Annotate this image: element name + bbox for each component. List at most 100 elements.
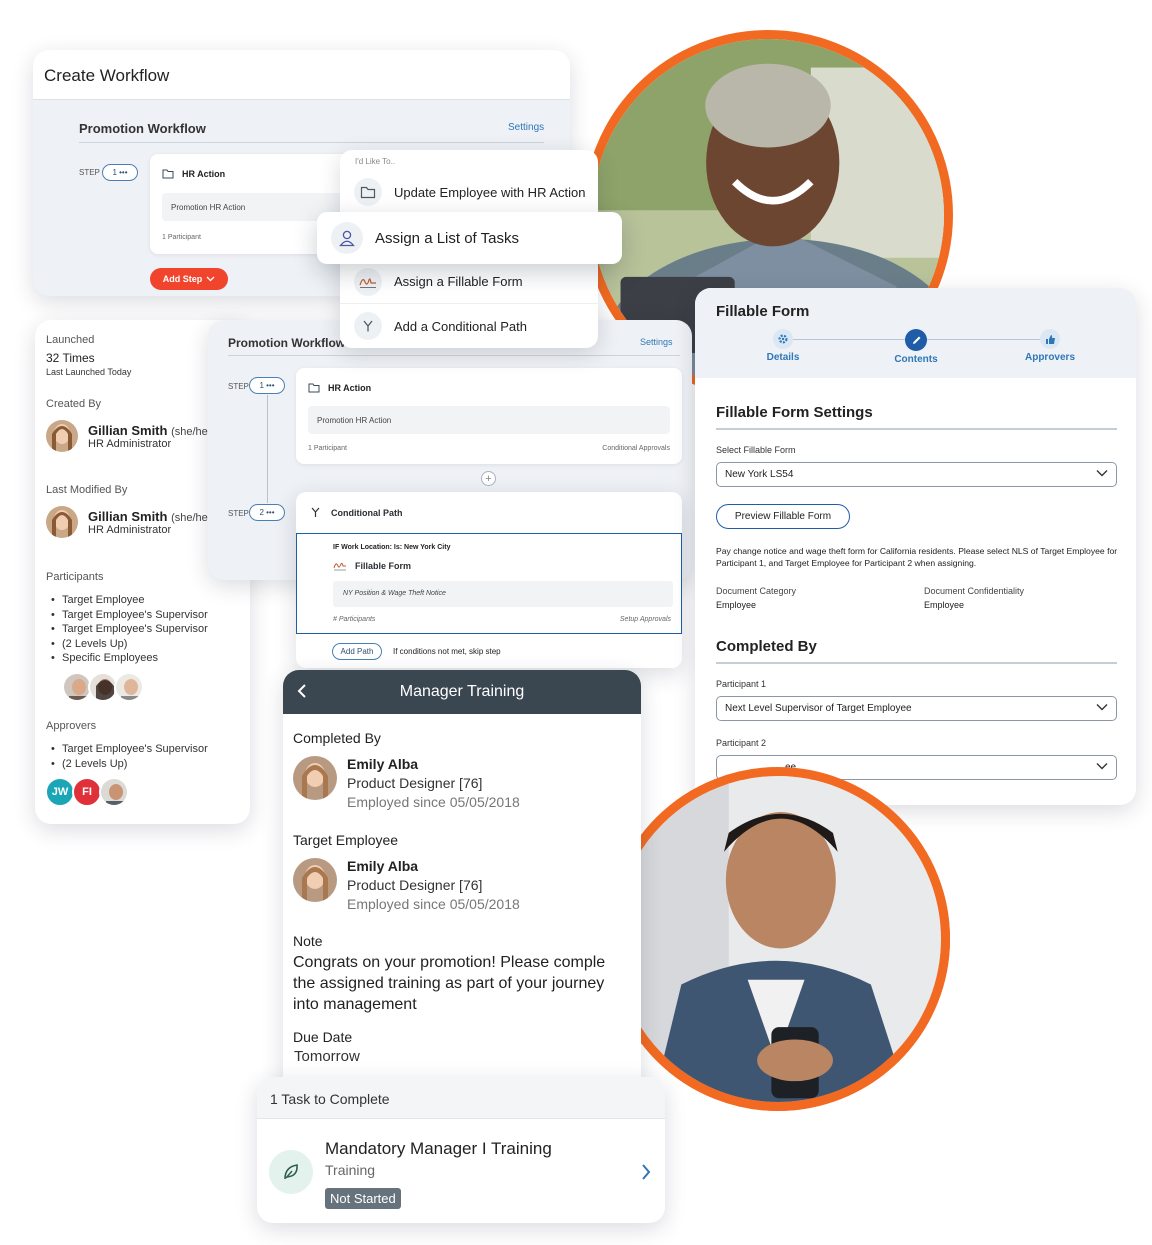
doc-category-label: Document Category <box>716 586 797 596</box>
participants-count: 1 Participant <box>162 234 201 241</box>
select-value: Next Level Supervisor of Target Employee <box>725 703 912 714</box>
settings-link[interactable]: Settings <box>640 337 673 347</box>
pencil-icon <box>905 329 927 351</box>
fillable-form-title: Fillable Form <box>716 303 810 320</box>
preview-fillable-form-button[interactable]: Preview Fillable Form <box>716 504 850 529</box>
select-form-label: Select Fillable Form <box>716 445 796 455</box>
divider <box>716 662 1117 664</box>
document-category: Document Category Employee <box>716 586 796 610</box>
person-title: Product Designer [76] <box>347 877 483 893</box>
settings-link[interactable]: Settings <box>508 122 544 133</box>
participants-count: # Participants <box>333 616 376 623</box>
step-pill[interactable]: 1 ••• <box>249 377 285 394</box>
list-item: Target Employee's Supervisor <box>46 742 208 757</box>
hr-action-card[interactable]: HR Action Promotion HR Action 1 Particip… <box>296 368 682 464</box>
create-workflow-title: Create Workflow <box>33 50 570 100</box>
menu-item-update-employee[interactable]: Update Employee with HR Action <box>340 170 598 214</box>
signature-icon <box>354 267 382 296</box>
step-connector <box>267 395 268 503</box>
modified-role: HR Administrator <box>88 523 172 536</box>
list-item: Target Employee's Supervisor <box>46 608 208 623</box>
avatar <box>46 420 78 452</box>
participant-1-label: Participant 1 <box>716 679 767 689</box>
chevron-down-icon <box>1096 469 1108 480</box>
completed-by-label: Completed By <box>293 730 381 746</box>
stepper-approvers[interactable]: Approvers <box>1010 329 1090 363</box>
list-item-continuation: (2 Levels Up) <box>62 637 128 650</box>
hr-action-box: Promotion HR Action <box>308 406 670 434</box>
conditional-path-title: Conditional Path <box>331 507 403 518</box>
participant-1-dropdown[interactable]: Next Level Supervisor of Target Employee <box>716 696 1117 721</box>
setup-approvals-link[interactable]: Setup Approvals <box>620 616 671 623</box>
gear-icon <box>773 329 793 349</box>
launched-times: 32 Times <box>46 351 95 365</box>
menu-item-conditional-path[interactable]: Add a Conditional Path <box>340 304 598 348</box>
menu-item-fillable-form[interactable]: Assign a Fillable Form <box>340 260 598 304</box>
step-label: Details <box>766 352 800 363</box>
fillable-form-card: Fillable Form Details Contents Approvers… <box>695 288 1136 805</box>
conditional-frame[interactable]: IF Work Location: Is: New York City Fill… <box>296 533 682 634</box>
approvers-list: Target Employee's Supervisor (2 Levels U… <box>46 742 208 771</box>
created-name: Gillian Smith <box>88 422 168 438</box>
step-label: STEP <box>228 509 249 518</box>
menu-item-label: Assign a Fillable Form <box>394 274 523 289</box>
avatar <box>99 777 129 807</box>
form-name-box: NY Position & Wage Theft Notice <box>333 581 673 607</box>
due-date-label: Due Date <box>293 1029 353 1045</box>
menu-item-label: Assign a List of Tasks <box>375 229 519 247</box>
workflow-title: Promotion Workflow <box>228 336 346 350</box>
add-step-label: Add Step <box>162 274 203 284</box>
modified-by-person: Gillian Smith (she/her) HR Administrator <box>46 506 215 538</box>
branch-icon <box>310 507 321 518</box>
step-pill[interactable]: 1 ••• <box>102 164 138 181</box>
person-name: Emily Alba <box>347 858 419 874</box>
skip-step-text: If conditions not met, skip step <box>393 647 501 656</box>
add-step-plus-button[interactable]: + <box>481 471 496 486</box>
stepper-contents[interactable]: Contents <box>876 329 956 365</box>
signature-icon <box>333 560 347 571</box>
document-confidentiality: Document Confidentiality Employee <box>924 586 1024 610</box>
manager-training-title: Manager Training <box>399 683 525 700</box>
participant-2-label: Participant 2 <box>716 738 767 748</box>
task-card: 1 Task to Complete Mandatory Manager I T… <box>257 1077 665 1223</box>
select-fillable-form-dropdown[interactable]: New York LS54 <box>716 462 1117 487</box>
person-title: Product Designer [76] <box>347 775 483 791</box>
chevron-down-icon <box>206 276 215 282</box>
form-description: Pay change notice and wage theft form fo… <box>716 546 1118 568</box>
menu-item-label: Update Employee with HR Action <box>394 184 586 200</box>
participants-list: Target Employee Target Employee's Superv… <box>46 593 208 666</box>
doc-conf-value: Employee <box>924 600 965 610</box>
task-name[interactable]: Mandatory Manager I Training <box>325 1139 552 1159</box>
folder-icon <box>162 168 174 179</box>
list-item: (2 Levels Up) <box>46 637 208 652</box>
branch-icon <box>354 312 382 340</box>
stepper-details[interactable]: Details <box>743 329 823 363</box>
condition-text: IF Work Location: Is: New York City <box>333 544 451 551</box>
target-employee-label: Target Employee <box>293 832 399 848</box>
chevron-right-icon[interactable] <box>641 1163 651 1181</box>
back-arrow-icon[interactable] <box>297 683 307 699</box>
avatar <box>114 672 144 702</box>
last-launched: Last Launched Today <box>46 367 132 377</box>
thumbs-up-icon <box>1040 329 1060 349</box>
leaf-icon <box>269 1150 313 1194</box>
divider <box>79 142 544 143</box>
approver-chip: FI <box>72 777 102 807</box>
modified-name: Gillian Smith <box>88 508 168 524</box>
select-value: New York LS54 <box>725 469 794 480</box>
menu-item-label: Add a Conditional Path <box>394 318 527 334</box>
divider <box>716 428 1117 430</box>
person-since: Employed since 05/05/2018 <box>347 896 520 912</box>
note-line: into management <box>293 996 417 1013</box>
avatar <box>46 506 78 538</box>
step-label: STEP <box>228 382 249 391</box>
add-step-button[interactable]: Add Step <box>150 268 228 290</box>
menu-item-assign-tasks[interactable]: Assign a List of Tasks <box>317 212 622 264</box>
list-item: (2 Levels Up) <box>46 757 208 772</box>
doc-conf-label: Document Confidentiality <box>924 586 1025 596</box>
step-pill[interactable]: 2 ••• <box>249 504 285 521</box>
add-path-button[interactable]: Add Path <box>332 643 382 660</box>
due-date-value: Tomorrow <box>294 1048 360 1065</box>
person-name: Emily Alba <box>347 756 419 772</box>
target-employee-person: Emily Alba Product Designer [76] Employe… <box>293 858 520 912</box>
